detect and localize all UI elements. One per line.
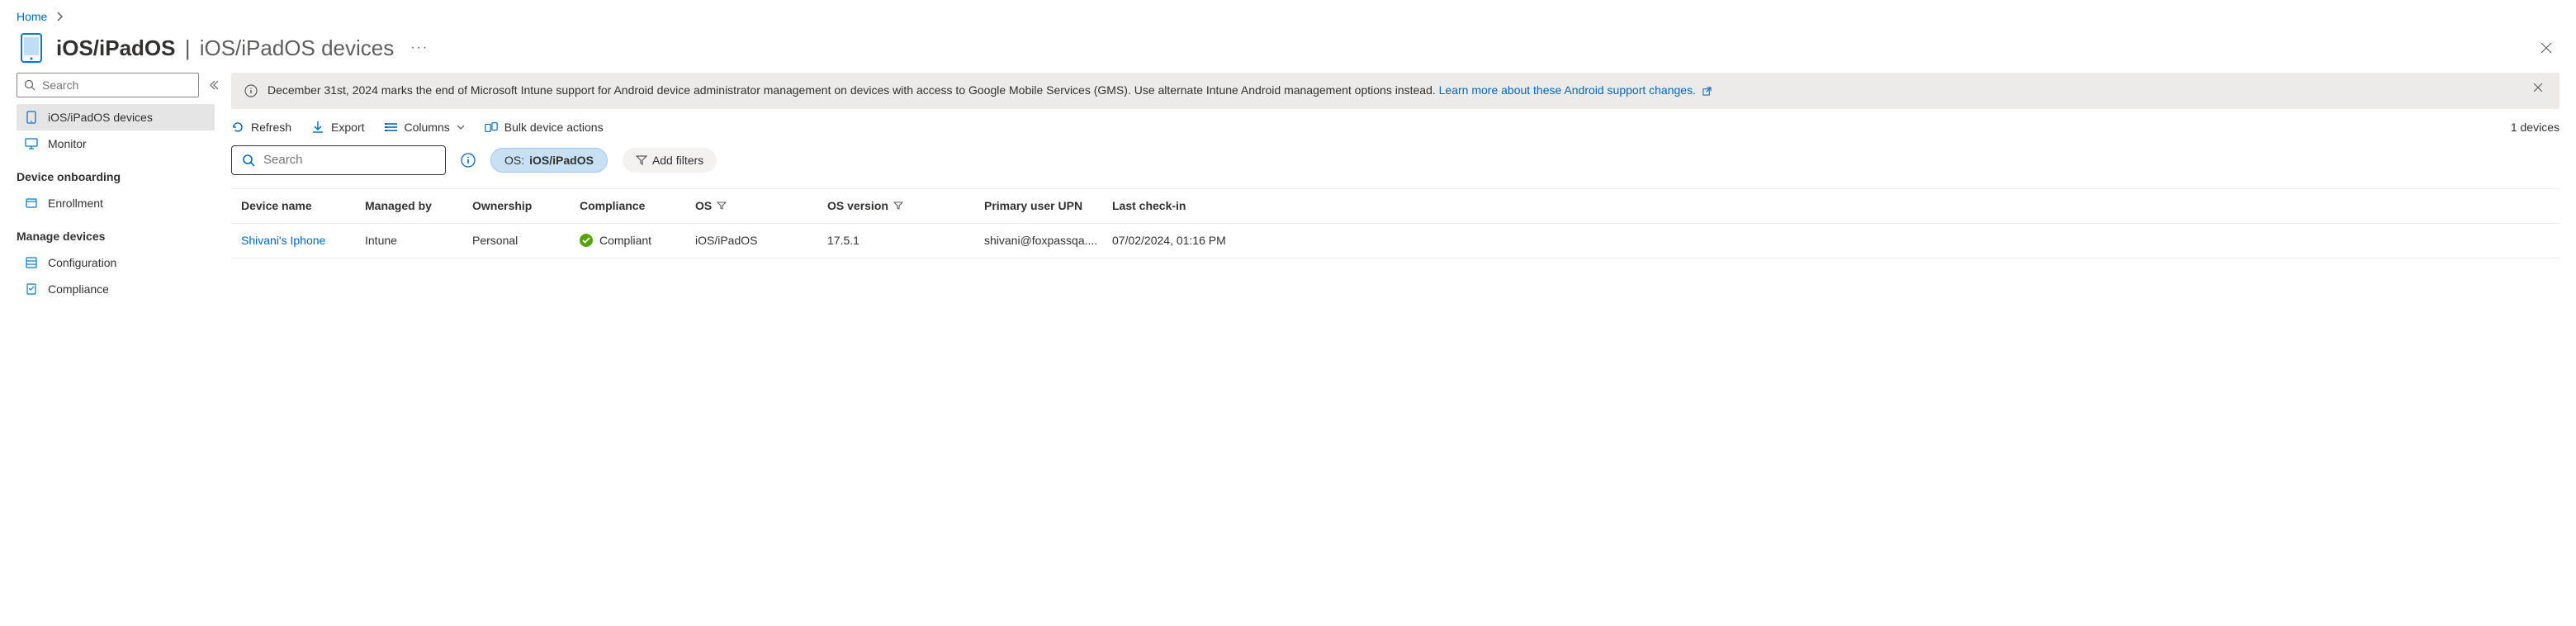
columns-icon (385, 121, 398, 134)
table-filter-row: OS: iOS/iPadOS Add filters (231, 145, 2559, 188)
chevron-right-icon (57, 12, 64, 21)
enrollment-icon (25, 197, 38, 210)
col-last-checkin[interactable]: Last check-in (1112, 199, 1277, 212)
sidebar-item-ios-devices[interactable]: iOS/iPadOS devices (17, 104, 215, 130)
info-banner: December 31st, 2024 marks the end of Mic… (231, 73, 2559, 109)
external-link-icon (1702, 83, 1712, 97)
filter-icon (717, 202, 727, 210)
info-banner-dismiss-button[interactable] (2530, 83, 2546, 92)
cell-os: iOS/iPadOS (695, 234, 827, 247)
search-icon (242, 154, 255, 167)
main-content: December 31st, 2024 marks the end of Mic… (223, 73, 2576, 302)
breadcrumb-home-link[interactable]: Home (17, 10, 47, 23)
breadcrumb: Home (0, 0, 2576, 33)
info-icon (244, 84, 258, 97)
col-compliance[interactable]: Compliance (580, 199, 695, 212)
page-subtitle-separator: | (179, 36, 197, 61)
refresh-icon (231, 121, 244, 134)
col-primary-upn[interactable]: Primary user UPN (984, 199, 1112, 212)
more-menu-button[interactable]: ··· (410, 40, 429, 55)
search-help-button[interactable] (461, 153, 476, 168)
table-header-row: Device name Managed by Ownership Complia… (231, 189, 2559, 224)
filter-icon (893, 202, 903, 210)
compliance-icon (25, 282, 38, 296)
sidebar-item-label: Enrollment (48, 197, 103, 210)
table-search-input[interactable] (231, 145, 446, 175)
sidebar-item-label: Configuration (48, 256, 116, 269)
devices-table: Device name Managed by Ownership Complia… (231, 188, 2559, 258)
cell-managed-by: Intune (365, 234, 472, 247)
cell-os-version: 17.5.1 (827, 234, 984, 247)
col-os-version[interactable]: OS version (827, 199, 984, 212)
cell-device-name[interactable]: Shivani's Iphone (241, 234, 365, 247)
sidebar-section-manage: Manage devices (17, 216, 215, 249)
add-filters-button[interactable]: Add filters (623, 148, 717, 173)
command-bar: Refresh Export Columns (231, 109, 2559, 145)
sidebar-item-configuration[interactable]: Configuration (17, 249, 215, 276)
sidebar-item-compliance[interactable]: Compliance (17, 276, 215, 302)
sidebar-item-label: Monitor (48, 137, 87, 150)
download-icon (311, 121, 324, 134)
info-banner-text: December 31st, 2024 marks the end of Mic… (268, 83, 1436, 97)
configuration-icon (25, 256, 38, 269)
col-managed-by[interactable]: Managed by (365, 199, 472, 212)
close-button[interactable] (2533, 35, 2559, 61)
sidebar-item-label: Compliance (48, 282, 109, 296)
col-ownership[interactable]: Ownership (472, 199, 580, 212)
col-os[interactable]: OS (695, 199, 827, 212)
mobile-icon (25, 111, 38, 124)
device-count-label: 1 devices (2511, 121, 2559, 134)
cell-last-checkin: 07/02/2024, 01:16 PM (1112, 234, 1277, 247)
sidebar-search-input[interactable] (17, 73, 199, 97)
sidebar-section-onboarding: Device onboarding (17, 157, 215, 190)
sidebar: iOS/iPadOS devices Monitor Device onboar… (0, 73, 223, 302)
filter-pill-value: iOS/iPadOS (529, 154, 594, 167)
mobile-device-icon (17, 33, 46, 63)
bulk-actions-icon (485, 121, 498, 134)
sidebar-item-label: iOS/iPadOS devices (48, 111, 153, 124)
sidebar-item-enrollment[interactable]: Enrollment (17, 190, 215, 216)
export-button[interactable]: Export (311, 121, 364, 134)
sidebar-item-monitor[interactable]: Monitor (17, 130, 215, 157)
table-row[interactable]: Shivani's Iphone Intune Personal Complia… (231, 224, 2559, 258)
chevron-down-icon (457, 125, 465, 130)
page-title: iOS/iPadOS (56, 36, 176, 61)
compliant-check-icon (580, 234, 593, 247)
col-device-name[interactable]: Device name (241, 199, 365, 212)
filter-icon (636, 155, 647, 165)
cell-compliance: Compliant (580, 234, 695, 247)
refresh-button[interactable]: Refresh (231, 121, 291, 134)
columns-button[interactable]: Columns (385, 121, 465, 134)
search-icon (24, 79, 36, 91)
page-subtitle: iOS/iPadOS devices (200, 36, 395, 61)
collapse-sidebar-button[interactable] (209, 80, 219, 90)
bulk-actions-button[interactable]: Bulk device actions (485, 121, 604, 134)
cell-primary-upn: shivani@foxpassqa.... (984, 234, 1112, 247)
filter-pill-os[interactable]: OS: iOS/iPadOS (490, 148, 608, 173)
monitor-icon (25, 137, 38, 150)
info-banner-link[interactable]: Learn more about these Android support c… (1439, 83, 1712, 97)
filter-pill-label: OS: (504, 154, 524, 167)
cell-ownership: Personal (472, 234, 580, 247)
page-header: iOS/iPadOS | iOS/iPadOS devices ··· (0, 33, 2576, 73)
